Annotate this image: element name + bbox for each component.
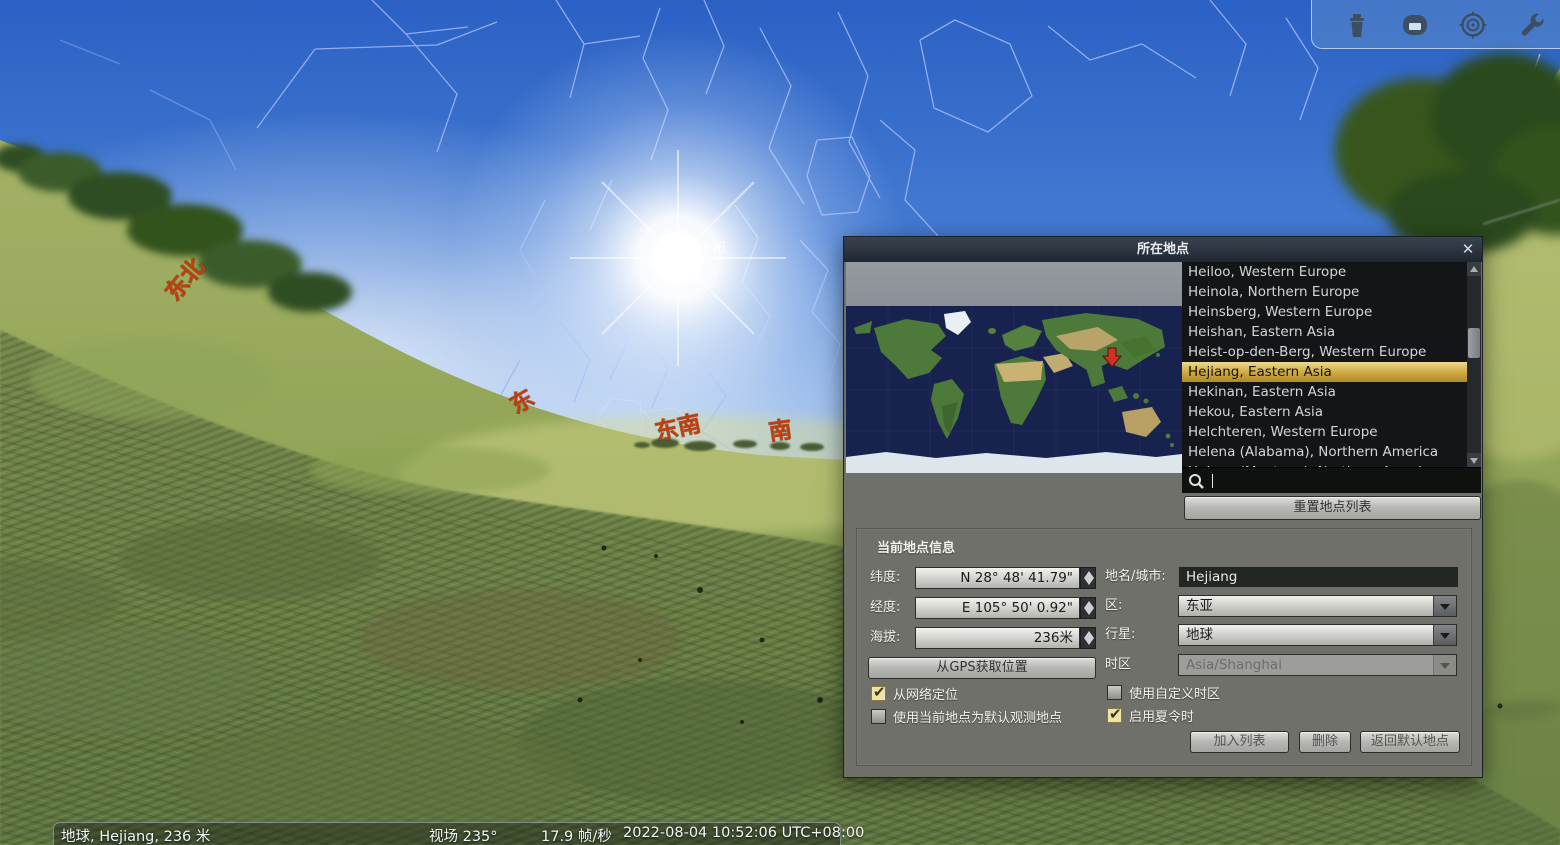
location-list: Heiloo, Western Europe Heinola, Northern… [1182,262,1481,467]
timezone-label: 时区 [1105,654,1131,676]
chevron-down-icon[interactable] [1433,596,1456,616]
timezone-dropdown: Asia/Shanghai [1178,654,1457,676]
scroll-down-icon[interactable] [1467,453,1481,467]
region-dropdown[interactable]: 东亚 [1178,595,1457,617]
region-value: 东亚 [1186,598,1213,614]
list-scrollbar[interactable] [1467,262,1481,467]
city-name-input[interactable]: Hejiang [1178,566,1459,588]
region-label: 区: [1105,595,1122,617]
list-item[interactable]: Hekou, Eastern Asia [1182,402,1481,422]
map-top-strip [846,262,1182,306]
checkbox-default-location[interactable]: 使用当前地点为默认观测地点 [871,708,1062,724]
return-default-button[interactable]: 返回默认地点 [1360,731,1460,753]
world-map[interactable] [846,306,1182,473]
scroll-up-icon[interactable] [1467,262,1481,276]
trash-icon[interactable] [1342,10,1372,40]
timezone-value: Asia/Shanghai [1186,657,1282,673]
altitude-spin-arrows [1080,627,1096,649]
planet-value: 地球 [1186,627,1213,643]
status-fov: 视场 235° [429,825,498,845]
latitude-label: 纬度: [870,567,900,589]
delete-button[interactable]: 删除 [1299,731,1351,753]
checkbox-network-locate[interactable]: 从网络定位 [871,685,958,701]
group-title: 当前地点信息 [877,537,955,556]
planet-dropdown[interactable]: 地球 [1178,624,1457,646]
compass-label-s: 南 [767,417,793,446]
checkbox-box[interactable] [1107,708,1122,723]
checkbox-custom-timezone[interactable]: 使用自定义时区 [1107,684,1220,700]
target-icon[interactable] [1458,10,1488,40]
dialog-title: 所在地点 [1137,242,1189,257]
gps-button[interactable]: 从GPS获取位置 [868,657,1096,679]
spin-down-icon[interactable] [1084,608,1094,615]
list-item[interactable]: Heinsberg, Western Europe [1182,302,1481,322]
chevron-down-icon [1433,655,1456,675]
search-input[interactable] [1210,471,1474,491]
checkbox-label: 使用自定义时区 [1129,683,1220,702]
checkbox-box[interactable] [871,686,886,701]
longitude-label: 经度: [870,597,900,619]
altitude-label: 海拔: [870,627,900,649]
city-name-label: 地名/城市: [1105,566,1166,588]
longitude-spin-arrows [1080,597,1096,619]
spin-up-icon[interactable] [1084,631,1094,638]
location-dialog: 所在地点 ✕ [843,236,1483,778]
search-bar [1182,467,1481,493]
list-item[interactable]: Heishan, Eastern Asia [1182,322,1481,342]
list-item[interactable]: Helena (Alabama), Northern America [1182,442,1481,462]
checkbox-box[interactable] [1107,685,1122,700]
add-to-list-button[interactable]: 加入列表 [1190,731,1289,753]
wrench-icon[interactable] [1516,10,1546,40]
search-icon [1188,473,1205,490]
list-item[interactable]: Helchteren, Western Europe [1182,422,1481,442]
dialog-titlebar[interactable]: 所在地点 ✕ [844,237,1482,262]
status-location: 地球, Hejiang, 236 米 [61,825,210,845]
latitude-spinbox[interactable]: N 28° 48' 41.79" [915,567,1080,589]
sun-label: 太阳 [700,241,726,256]
trees-right [1335,53,1560,254]
status-fps: 17.9 帧/秒 [541,825,612,845]
list-item[interactable]: Heiloo, Western Europe [1182,262,1481,282]
list-item[interactable]: Hejiang, Eastern Asia [1182,362,1481,382]
longitude-spinbox[interactable]: E 105° 50' 0.92" [915,597,1080,619]
checkbox-dst[interactable]: 启用夏令时 [1107,707,1194,723]
screen-icon[interactable] [1400,10,1430,40]
spin-down-icon[interactable] [1084,638,1094,645]
scrollbar-thumb[interactable] [1468,328,1480,358]
checkbox-box[interactable] [871,709,886,724]
spin-up-icon[interactable] [1084,571,1094,578]
current-location-group: 当前地点信息 纬度: 经度: 海拔: N 28° 48' 41.79" E 10… [856,528,1472,766]
status-bar: 地球, Hejiang, 236 米 视场 235° 17.9 帧/秒 2022… [53,822,841,845]
altitude-spinbox[interactable]: 236米 [915,627,1080,649]
stellarium-window: 太阳 [0,0,1560,845]
close-icon[interactable]: ✕ [1459,240,1477,258]
latitude-spin-arrows [1080,567,1096,589]
spin-down-icon[interactable] [1084,578,1094,585]
checkbox-label: 启用夏令时 [1129,706,1194,725]
reset-list-button[interactable]: 重置地点列表 [1184,496,1481,520]
checkbox-label: 从网络定位 [893,684,958,703]
chevron-down-icon[interactable] [1433,625,1456,645]
list-item[interactable]: Heist-op-den-Berg, Western Europe [1182,342,1481,362]
plugin-toolbar [1311,0,1560,49]
status-datetime: 2022-08-04 10:52:06 UTC+08:00 [623,825,864,841]
list-item[interactable]: Heinola, Northern Europe [1182,282,1481,302]
planet-label: 行星: [1105,624,1135,646]
spin-up-icon[interactable] [1084,601,1094,608]
list-item[interactable]: Hekinan, Eastern Asia [1182,382,1481,402]
checkbox-label: 使用当前地点为默认观测地点 [893,707,1062,726]
